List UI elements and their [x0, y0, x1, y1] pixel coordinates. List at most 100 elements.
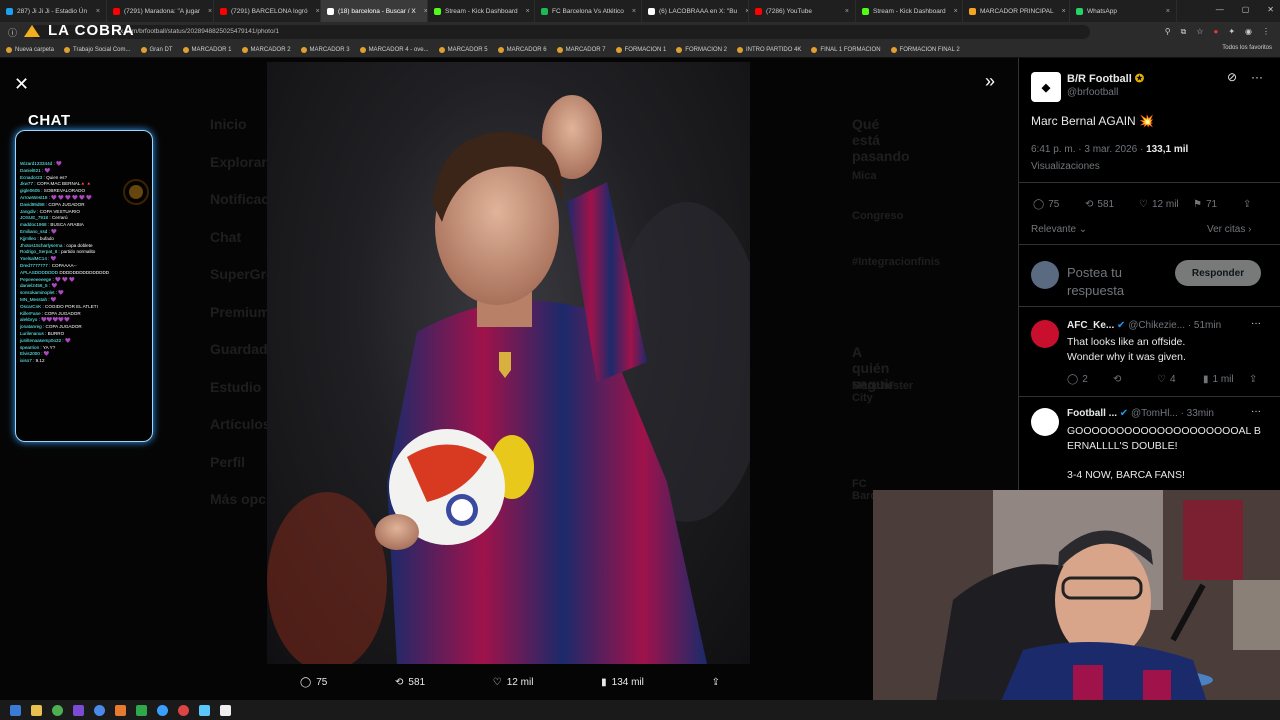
- browser-tab[interactable]: (6) LACOBRAAA en X: "Bu ×: [642, 0, 749, 22]
- tab-close-icon[interactable]: ×: [204, 8, 212, 15]
- tweet-timestamp[interactable]: 6:41 p. m. · 3 mar. 2026 · 133,1 mil: [1031, 144, 1188, 155]
- tab-close-icon[interactable]: ×: [950, 8, 958, 15]
- bookmark-item[interactable]: FORMACION 1: [615, 46, 666, 53]
- collapse-panel-button[interactable]: »: [985, 71, 995, 92]
- bookmark-item[interactable]: Nueva carpeta: [6, 46, 54, 53]
- app-icon[interactable]: [115, 704, 126, 716]
- reply-avatar[interactable]: [1031, 320, 1059, 348]
- reply-avatar[interactable]: [1031, 408, 1059, 436]
- bookmark-icon: [140, 46, 147, 53]
- reply-header[interactable]: AFC_Ke... ✔ @Chikezie... · 51min: [1067, 320, 1267, 331]
- star-icon[interactable]: ☆: [1196, 27, 1203, 37]
- like-stat[interactable]: ♡ 12 mil: [1139, 199, 1179, 210]
- br-avatar[interactable]: ◆: [1031, 72, 1061, 102]
- app-icon[interactable]: [220, 704, 231, 716]
- browser-tab[interactable]: (7291) BARCELONA logró ×: [214, 0, 321, 22]
- tab-close-icon[interactable]: ×: [1162, 8, 1170, 15]
- file-explorer-icon[interactable]: [31, 704, 42, 716]
- browser-tab[interactable]: WhatsApp ×: [1070, 0, 1177, 22]
- tweet-photo[interactable]: [267, 62, 750, 664]
- bookmark-item[interactable]: MARCADOR 6: [497, 46, 547, 53]
- bookmark-item[interactable]: MARCADOR 1: [182, 46, 232, 53]
- share-button[interactable]: ⇪: [712, 677, 720, 688]
- bookmark-item[interactable]: FORMACION 2: [676, 46, 727, 53]
- reply-submit-button[interactable]: Responder: [1175, 260, 1261, 286]
- more-icon[interactable]: ···: [1251, 406, 1261, 417]
- browser-tab[interactable]: 287) Ji Ji Ji - Estadio Ún ×: [0, 0, 107, 22]
- reply-input[interactable]: Postea tu respuesta: [1067, 264, 1177, 300]
- tab-close-icon[interactable]: ×: [312, 8, 320, 15]
- tab-close-icon[interactable]: ×: [420, 8, 427, 15]
- app-icon[interactable]: [73, 704, 84, 716]
- tab-close-icon[interactable]: ×: [522, 8, 530, 15]
- like-button[interactable]: ♡ 12 mil: [493, 677, 534, 688]
- browser-tab[interactable]: FC Barcelona Vs Atlético ×: [535, 0, 642, 22]
- like-stat[interactable]: ♡ 4: [1157, 374, 1176, 385]
- see-quotes-link[interactable]: Ver citas ›: [1207, 224, 1251, 235]
- search-icon[interactable]: ⚲: [1165, 27, 1171, 37]
- cast-icon[interactable]: ⧉: [1181, 27, 1187, 37]
- bookmark-item[interactable]: MARCADOR 4 - ove...: [359, 46, 429, 53]
- app-icon[interactable]: [199, 704, 210, 716]
- app-icon[interactable]: [178, 704, 189, 716]
- bookmark-item[interactable]: MARCADOR 3: [300, 46, 350, 53]
- reply-stat[interactable]: ◯ 2: [1067, 374, 1088, 385]
- bookmark-item[interactable]: INTRO PARTIDO 4K: [736, 46, 801, 53]
- browser-tab[interactable]: Stream - Kick Dashboard ×: [856, 0, 963, 22]
- more-icon[interactable]: ···: [1251, 318, 1261, 329]
- tab-close-icon[interactable]: ×: [741, 8, 748, 15]
- share-icon[interactable]: ⇪: [1249, 374, 1257, 385]
- bookmark-item[interactable]: FORMACION FINAL 2: [890, 46, 960, 53]
- all-bookmarks[interactable]: Todos los favoritos: [1222, 45, 1272, 51]
- browser-tab[interactable]: Stream - Kick Dashboard ×: [428, 0, 535, 22]
- grok-icon[interactable]: ⊘: [1227, 70, 1237, 84]
- bookmark-item[interactable]: Trabajo Social Com...: [64, 46, 131, 53]
- browser-tab[interactable]: (7286) YouTube ×: [749, 0, 856, 22]
- info-icon[interactable]: ⓘ: [8, 26, 17, 39]
- app-icon[interactable]: [157, 704, 168, 716]
- bookmark-item[interactable]: FINAL 1 FORMACION: [811, 46, 881, 53]
- bookmark-item[interactable]: MARCADOR 5: [438, 46, 488, 53]
- bookmark-stat[interactable]: ⚑ 71: [1193, 199, 1217, 210]
- chat-message: MN_Messtah : 💜: [20, 296, 57, 302]
- repost-button[interactable]: ⟲ 581: [395, 677, 425, 688]
- minimize-icon[interactable]: —: [1216, 5, 1224, 14]
- share-icon[interactable]: ⇪: [1243, 199, 1251, 210]
- obs-icon[interactable]: [94, 704, 105, 716]
- bookmark-item[interactable]: MARCADOR 7: [556, 46, 606, 53]
- record-icon[interactable]: ●: [1213, 27, 1218, 37]
- chat-message: JOSUE_7918 : Cerrarú: [20, 215, 68, 221]
- bookmark-item[interactable]: Gran DT: [140, 46, 173, 53]
- extensions-icon[interactable]: ✦: [1228, 27, 1235, 37]
- close-window-icon[interactable]: ✕: [1267, 5, 1274, 14]
- repost-stat[interactable]: ⟲ 581: [1085, 199, 1114, 210]
- chat-message: alekbryo : 💜💜💜💜💜: [20, 317, 70, 323]
- views-stat[interactable]: ▮ 1 mil: [1203, 374, 1234, 385]
- tab-close-icon[interactable]: ×: [841, 8, 849, 15]
- close-photo-button[interactable]: ✕: [14, 74, 29, 95]
- profile-icon[interactable]: ◉: [1245, 27, 1252, 37]
- reply-stat[interactable]: ◯ 75: [1033, 199, 1059, 210]
- browser-tab[interactable]: (7291) Maradona: "A jugar ×: [107, 0, 214, 22]
- menu-icon[interactable]: ⋮: [1262, 27, 1270, 37]
- bookmark-icon: [300, 46, 307, 53]
- address-bar[interactable]: x.com/brfootball/status/2028948825025479…: [30, 25, 1090, 39]
- tab-close-icon[interactable]: ×: [1058, 8, 1066, 15]
- browser-tab[interactable]: MARCADOR PRINCIPAL ×: [963, 0, 1070, 22]
- app-icon[interactable]: [136, 704, 147, 716]
- author-name[interactable]: B/R Football ✪: [1067, 72, 1144, 85]
- maximize-icon[interactable]: ▢: [1242, 5, 1250, 14]
- views-button[interactable]: ▮ 134 mil: [601, 677, 644, 688]
- reply-header[interactable]: Football ... ✔ @TomHl... · 33min: [1067, 408, 1267, 419]
- tab-close-icon[interactable]: ×: [628, 8, 636, 15]
- tab-close-icon[interactable]: ×: [92, 8, 100, 15]
- reply-button[interactable]: ◯ 75: [300, 677, 327, 688]
- browser-tab[interactable]: (18) barcelona - Buscar / X ×: [321, 0, 428, 22]
- repost-stat[interactable]: ⟲: [1113, 374, 1125, 385]
- more-icon[interactable]: ···: [1251, 70, 1263, 84]
- chrome-icon[interactable]: [52, 704, 63, 716]
- bookmark-item[interactable]: MARCADOR 2: [241, 46, 291, 53]
- author-handle[interactable]: @brfootball: [1067, 87, 1118, 98]
- sort-dropdown[interactable]: Relevante ⌄: [1031, 224, 1087, 235]
- windows-start-icon[interactable]: [10, 704, 21, 716]
